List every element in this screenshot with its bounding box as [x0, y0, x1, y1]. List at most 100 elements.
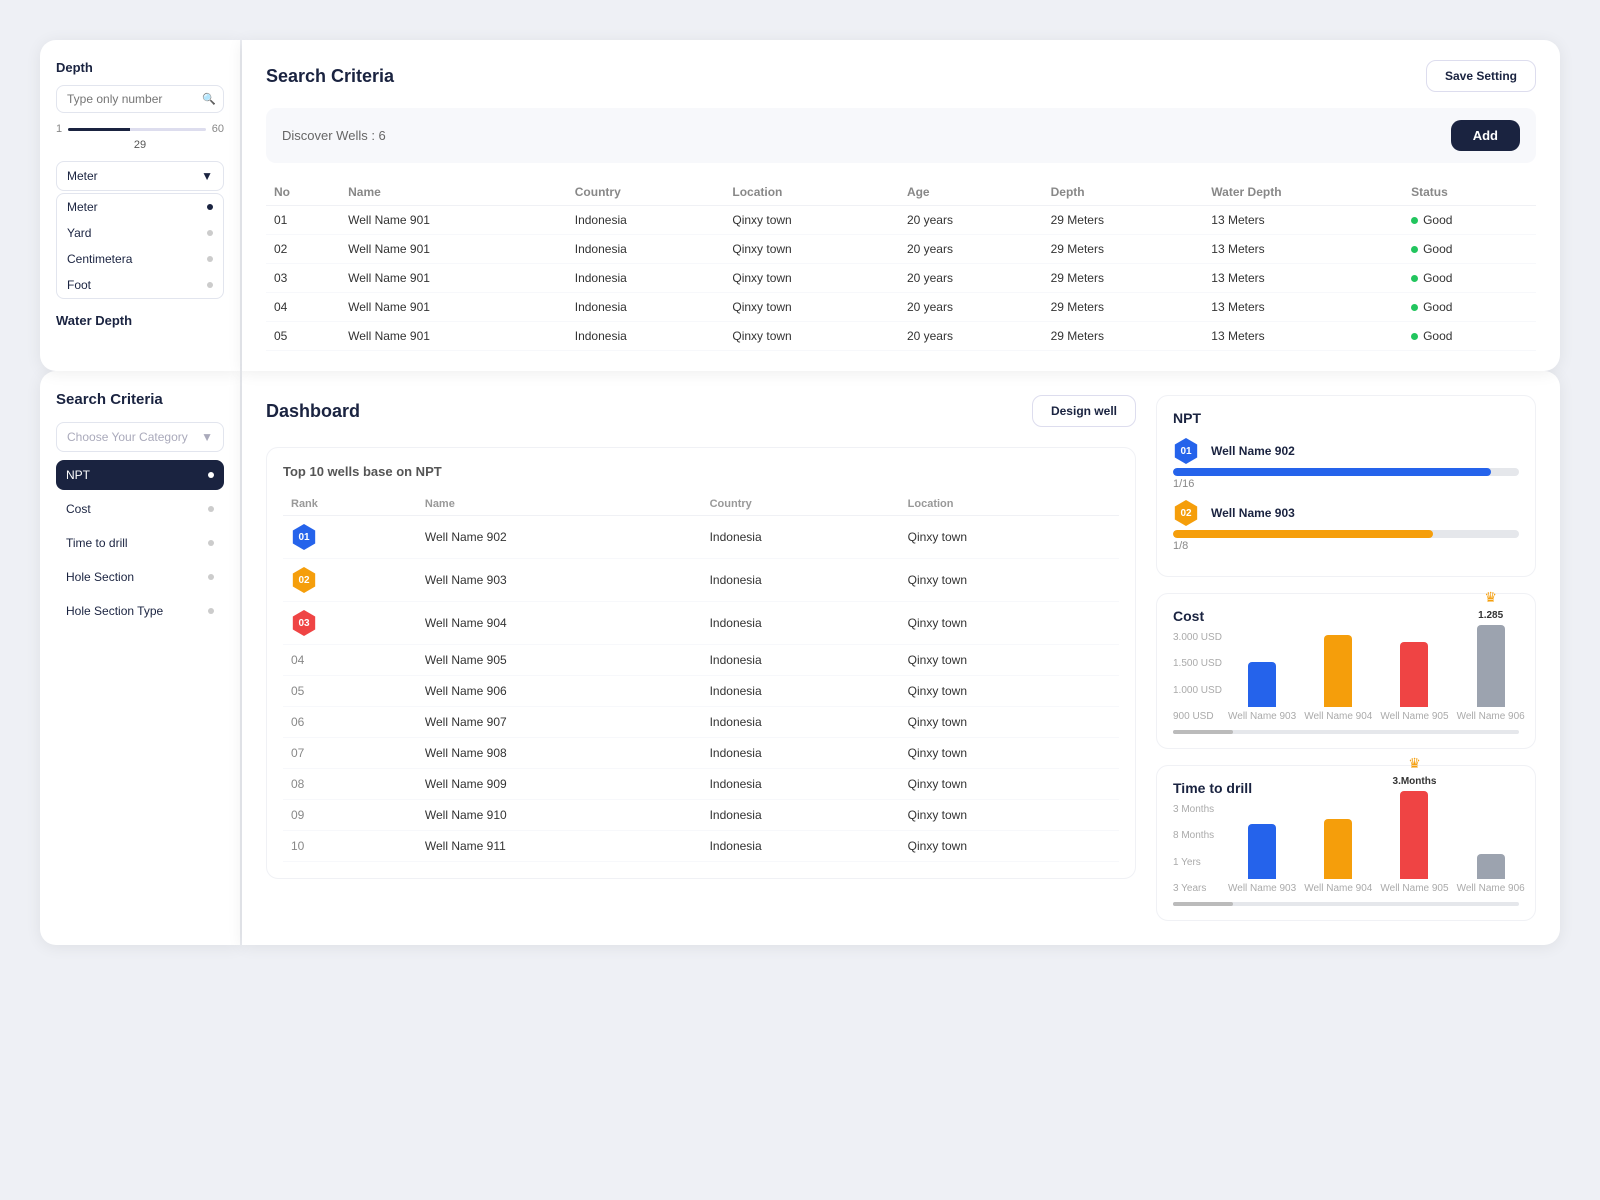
top10-table: Rank Name Country Location 01 Well Name …: [283, 493, 1119, 862]
unit-dot-meter: [207, 204, 213, 210]
npt-card: NPT 01 Well Name 902 1/16 02 Well Name 9…: [1156, 395, 1536, 577]
bar: [1400, 642, 1428, 707]
category-dropdown-button[interactable]: Choose Your Category ▼: [56, 422, 224, 452]
bar: [1324, 819, 1352, 879]
ttd-y-labels: 3 Months8 Months1 Yers3 Years: [1173, 804, 1214, 894]
y-label: 3.000 USD: [1173, 632, 1222, 643]
unit-option-foot[interactable]: Foot: [57, 272, 223, 298]
col-no: No: [266, 179, 340, 206]
bar: [1248, 662, 1276, 707]
y-label: 3 Months: [1173, 804, 1214, 815]
y-label: 1.000 USD: [1173, 685, 1222, 696]
top10-col-name: Name: [417, 493, 702, 516]
unit-option-meter[interactable]: Meter: [57, 194, 223, 220]
cost-scrollbar-thumb: [1173, 730, 1233, 734]
unit-dropdown-button[interactable]: Meter ▼: [56, 161, 224, 191]
bar-top-label: 3.Months: [1393, 776, 1437, 787]
npt-row: 01 Well Name 902 1/16: [1173, 438, 1519, 490]
top10-title: Top 10 wells base on NPT: [283, 464, 1119, 479]
y-label: 1 Yers: [1173, 857, 1214, 868]
bottom-sidebar: Search Criteria Choose Your Category ▼ N…: [40, 371, 240, 945]
bar-group: Well Name 904: [1304, 797, 1372, 894]
top10-row: 02 Well Name 903 Indonesia Qinxy town: [283, 559, 1119, 602]
rank-badge: 01: [291, 524, 317, 550]
depth-label: Depth: [56, 60, 224, 75]
top10-row: 10 Well Name 911 Indonesia Qinxy town: [283, 831, 1119, 862]
table-row: 01 Well Name 901 Indonesia Qinxy town 20…: [266, 206, 1536, 235]
bar: [1400, 791, 1428, 879]
top10-card: Top 10 wells base on NPT Rank Name Count…: [266, 447, 1136, 879]
range-slider[interactable]: [68, 128, 206, 131]
search-icon: 🔍: [202, 93, 216, 106]
bar-group: ♛1.285 Well Name 906: [1457, 589, 1525, 722]
unit-dot-foot: [207, 282, 213, 288]
depth-input[interactable]: [56, 85, 224, 113]
npt-title: NPT: [1173, 410, 1519, 426]
npt-bar: [1173, 468, 1491, 476]
top10-col-country: Country: [702, 493, 900, 516]
table-row: 04 Well Name 901 Indonesia Qinxy town 20…: [266, 293, 1536, 322]
cost-scrollbar-track[interactable]: [1173, 730, 1519, 734]
bar: [1324, 635, 1352, 707]
ttd-bar-chart: Well Name 903 Well Name 904 ♛3.Months We…: [1228, 804, 1519, 894]
col-status: Status: [1403, 179, 1536, 206]
bar-label: Well Name 903: [1228, 883, 1296, 894]
sidebar-menu-item-hole-section-type[interactable]: Hole Section Type: [56, 596, 224, 626]
bottom-main-panel: Dashboard Design well Top 10 wells base …: [242, 371, 1560, 945]
cost-card: Cost 3.000 USD1.500 USD1.000 USD900 USD …: [1156, 593, 1536, 749]
save-setting-button[interactable]: Save Setting: [1426, 60, 1536, 92]
dashboard-right: NPT 01 Well Name 902 1/16 02 Well Name 9…: [1156, 395, 1536, 921]
bar-top-label: 1.285: [1478, 610, 1503, 621]
design-well-button[interactable]: Design well: [1032, 395, 1136, 427]
bar-group: Well Name 903: [1228, 640, 1296, 722]
top10-row: 08 Well Name 909 Indonesia Qinxy town: [283, 769, 1119, 800]
depth-search-wrap: 🔍: [56, 85, 224, 113]
bar-label: Well Name 905: [1380, 883, 1448, 894]
bar: [1477, 625, 1505, 707]
y-label: 3 Years: [1173, 883, 1214, 894]
unit-option-yard[interactable]: Yard: [57, 220, 223, 246]
bar-group: Well Name 905: [1380, 620, 1448, 722]
bar-label: Well Name 904: [1304, 883, 1372, 894]
col-country: Country: [567, 179, 725, 206]
range-min: 1: [56, 123, 62, 135]
range-value: 29: [56, 139, 224, 151]
top10-row: 06 Well Name 907 Indonesia Qinxy town: [283, 707, 1119, 738]
sidebar-menu-item-npt[interactable]: NPT: [56, 460, 224, 490]
bar-label: Well Name 904: [1304, 711, 1372, 722]
npt-wells: 01 Well Name 902 1/16 02 Well Name 903 1…: [1173, 438, 1519, 552]
table-row: 03 Well Name 901 Indonesia Qinxy town 20…: [266, 264, 1536, 293]
crown-icon: ♛: [1408, 755, 1421, 772]
bar-label: Well Name 906: [1457, 883, 1525, 894]
add-button[interactable]: Add: [1451, 120, 1520, 151]
sidebar-menu-item-time-to-drill[interactable]: Time to drill: [56, 528, 224, 558]
menu-dot: [208, 506, 214, 512]
top10-col-rank: Rank: [283, 493, 417, 516]
y-label: 1.500 USD: [1173, 658, 1222, 669]
unit-option-centimetera[interactable]: Centimetera: [57, 246, 223, 272]
cost-chart-wrap: 3.000 USD1.500 USD1.000 USD900 USD Well …: [1173, 632, 1519, 722]
npt-value: 1/16: [1173, 478, 1519, 490]
ttd-title: Time to drill: [1173, 780, 1519, 796]
npt-value: 1/8: [1173, 540, 1519, 552]
table-row: 05 Well Name 901 Indonesia Qinxy town 20…: [266, 322, 1536, 351]
bar: [1477, 854, 1505, 879]
unit-dot-centimetera: [207, 256, 213, 262]
col-location: Location: [724, 179, 899, 206]
ttd-scrollbar-track[interactable]: [1173, 902, 1519, 906]
top10-row: 05 Well Name 906 Indonesia Qinxy town: [283, 676, 1119, 707]
table-row: 02 Well Name 901 Indonesia Qinxy town 20…: [266, 235, 1536, 264]
sidebar-menu-item-cost[interactable]: Cost: [56, 494, 224, 524]
bar-label: Well Name 903: [1228, 711, 1296, 722]
dashboard-left: Dashboard Design well Top 10 wells base …: [266, 395, 1136, 921]
top10-col-location: Location: [900, 493, 1119, 516]
bottom-sidebar-menu: NPT Cost Time to drill Hole Section Hole Sec…: [56, 460, 224, 626]
sidebar-menu-item-hole-section[interactable]: Hole Section: [56, 562, 224, 592]
unit-dropdown: Meter ▼ Meter Yard Centimetera Foot: [56, 161, 224, 299]
npt-row: 02 Well Name 903 1/8: [1173, 500, 1519, 552]
results-table: No Name Country Location Age Depth Water…: [266, 179, 1536, 351]
bar-group: Well Name 904: [1304, 613, 1372, 722]
dashboard-header: Dashboard Design well: [266, 395, 1136, 427]
col-name: Name: [340, 179, 567, 206]
chevron-down-icon: ▼: [201, 169, 213, 183]
